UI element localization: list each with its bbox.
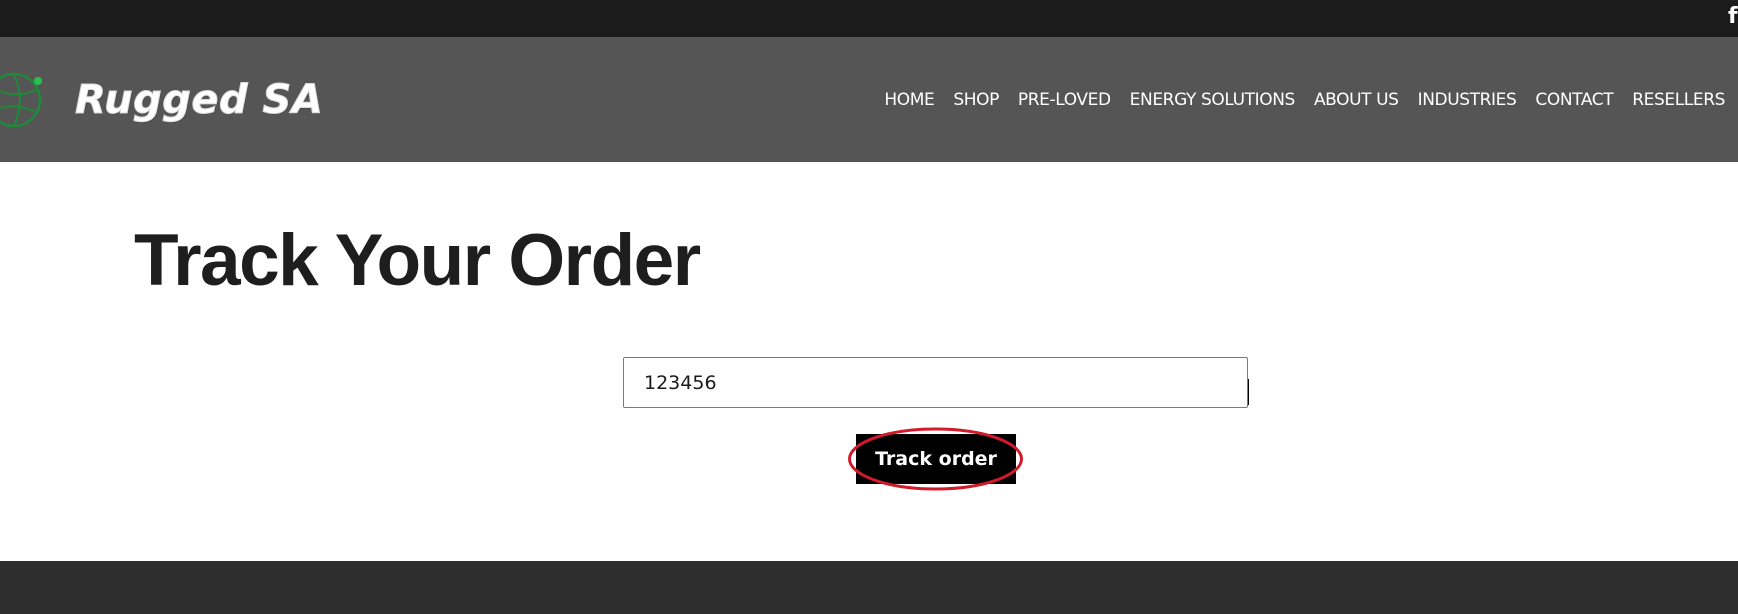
main-content: Track Your Order Track order [0,162,1738,561]
site-header: Rugged SA HOME SHOP PRE-LOVED ENERGY SOL… [0,37,1738,162]
page-title: Track Your Order [134,220,701,301]
site-logo[interactable]: Rugged SA [0,67,323,133]
order-id-input[interactable] [623,357,1248,408]
globe-logo-icon [0,67,50,133]
top-bar: f [0,0,1738,37]
facebook-icon[interactable]: f [1728,6,1738,28]
nav-item-industries[interactable]: INDUSTRIES [1418,90,1517,110]
nav-item-about-us[interactable]: ABOUT US [1314,90,1399,110]
brand-name: Rugged SA [74,77,324,124]
track-order-button[interactable]: Track order [856,434,1016,484]
input-edge-mark [1248,379,1249,405]
nav-item-pre-loved[interactable]: PRE-LOVED [1018,90,1111,110]
main-nav: HOME SHOP PRE-LOVED ENERGY SOLUTIONS ABO… [865,37,1725,162]
site-footer [0,561,1738,614]
nav-item-shop[interactable]: SHOP [953,90,999,110]
nav-item-energy-solutions[interactable]: ENERGY SOLUTIONS [1130,90,1296,110]
nav-item-home[interactable]: HOME [884,90,934,110]
nav-item-contact[interactable]: CONTACT [1535,90,1613,110]
nav-item-resellers[interactable]: RESELLERS [1632,90,1725,110]
